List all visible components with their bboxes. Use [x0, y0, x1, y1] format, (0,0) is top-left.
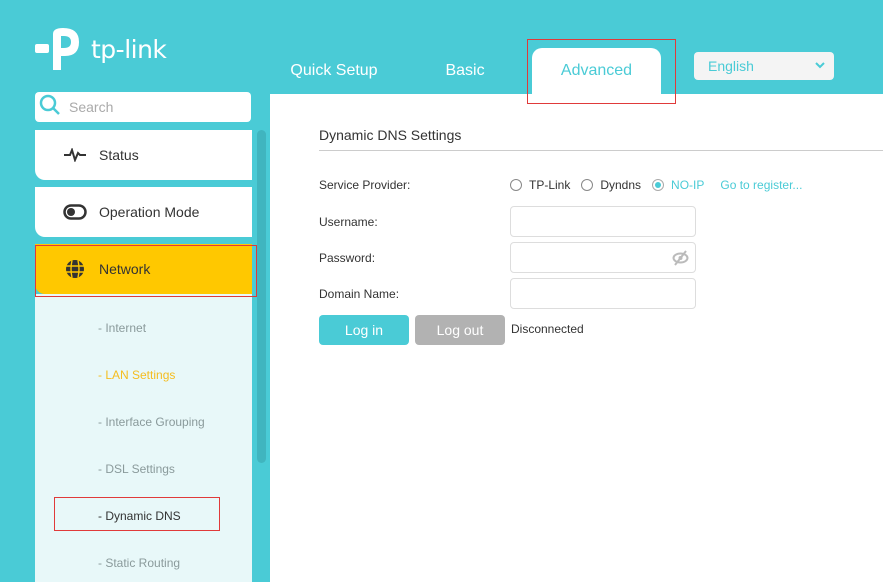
sidebar-item-label: Network	[99, 261, 151, 277]
submenu-dynamic-dns[interactable]: - Dynamic DNS	[98, 509, 181, 523]
radio-circle	[510, 179, 522, 191]
register-link[interactable]: Go to register...	[720, 178, 802, 192]
submenu-internet[interactable]: - Internet	[98, 321, 146, 335]
service-provider-label: Service Provider:	[319, 178, 411, 192]
password-field-box	[510, 242, 696, 273]
sidebar-item-label: Operation Mode	[99, 204, 200, 220]
domain-field-box	[510, 278, 696, 309]
radio-no-ip[interactable]: NO-IP	[652, 178, 704, 192]
language-selected: English	[708, 58, 754, 74]
section-title: Dynamic DNS Settings	[319, 127, 462, 143]
radio-circle	[581, 179, 594, 191]
password-input[interactable]	[511, 243, 695, 272]
toggle-icon	[62, 204, 88, 220]
username-label: Username:	[319, 215, 378, 229]
domain-name-label: Domain Name:	[319, 287, 400, 301]
username-field-box	[510, 206, 696, 237]
tp-link-logo-icon	[35, 28, 79, 70]
search-box[interactable]	[35, 92, 251, 122]
main-panel: Dynamic DNS Settings Service Provider: T…	[270, 94, 883, 582]
logout-button[interactable]: Log out	[415, 315, 505, 345]
sidebar-item-label: Status	[99, 147, 139, 163]
tab-advanced[interactable]: Advanced	[532, 48, 661, 94]
language-select[interactable]: English	[694, 52, 834, 80]
sidebar-scrollbar[interactable]	[257, 130, 266, 463]
radio-circle	[652, 179, 665, 191]
chevron-down-icon	[814, 52, 826, 90]
domain-name-input[interactable]	[511, 279, 695, 308]
password-label: Password:	[319, 251, 376, 265]
sidebar-item-network[interactable]: Network	[35, 244, 252, 294]
network-submenu: - Internet - LAN Settings - Interface Gr…	[35, 294, 252, 582]
username-input[interactable]	[511, 207, 695, 236]
radio-dyndns[interactable]: Dyndns	[581, 178, 641, 192]
brand-name: tp-link	[91, 34, 167, 64]
sidebar-item-operation-mode[interactable]: Operation Mode	[35, 187, 252, 237]
sidebar-item-status[interactable]: Status	[35, 130, 252, 180]
section-divider	[319, 150, 883, 151]
tab-quick-setup[interactable]: Quick Setup	[280, 48, 388, 94]
connection-status: Disconnected	[511, 322, 584, 336]
submenu-dsl-settings[interactable]: - DSL Settings	[98, 462, 175, 476]
radio-tp-link[interactable]: TP-Link	[510, 178, 570, 192]
tp-link-logo: tp-link	[33, 26, 167, 72]
login-button[interactable]: Log in	[319, 315, 409, 345]
submenu-lan-settings[interactable]: - LAN Settings	[98, 368, 175, 382]
search-input[interactable]	[69, 99, 239, 115]
submenu-interface-grouping[interactable]: - Interface Grouping	[98, 415, 205, 429]
service-provider-group: TP-Link Dyndns NO-IP Go to register...	[510, 178, 802, 192]
submenu-static-routing[interactable]: - Static Routing	[98, 556, 180, 570]
tab-basic[interactable]: Basic	[428, 48, 502, 94]
globe-icon	[62, 259, 88, 279]
eye-off-icon[interactable]	[672, 250, 689, 271]
pulse-icon	[62, 148, 88, 162]
search-icon	[39, 94, 61, 121]
